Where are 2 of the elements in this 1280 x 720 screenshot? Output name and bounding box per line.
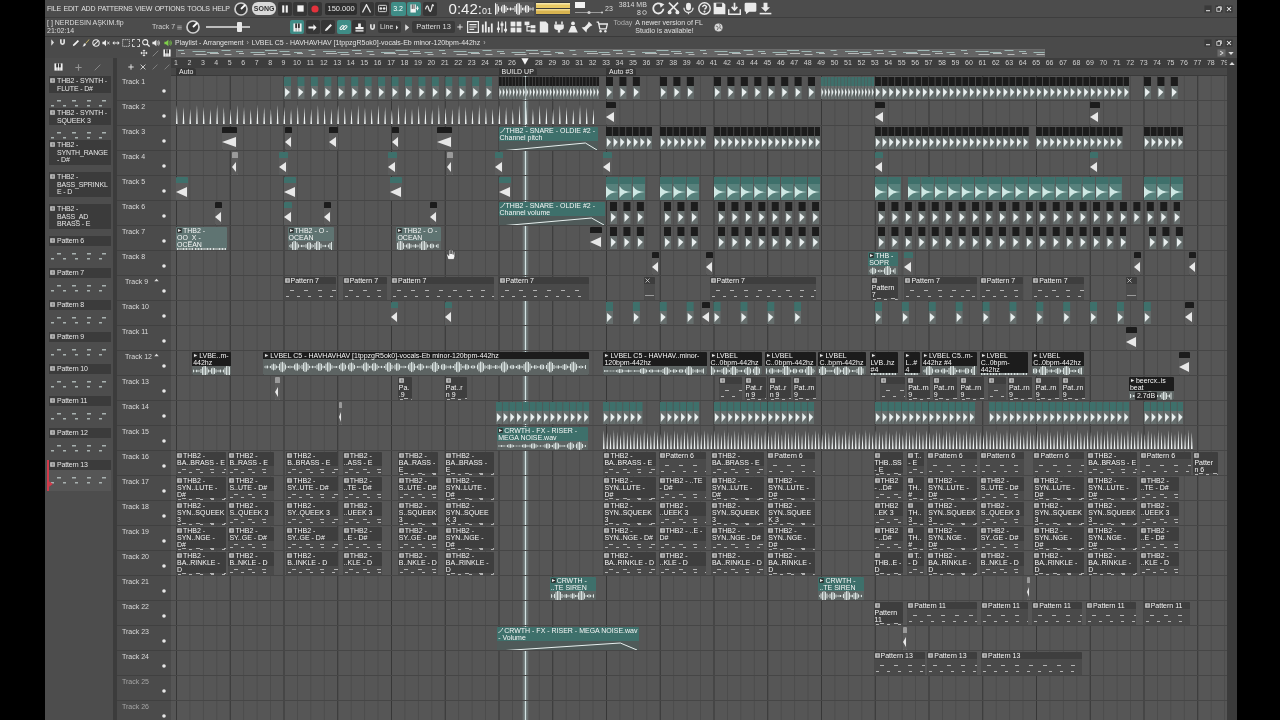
time-fraction: 01 [481,5,492,17]
time-readout: 0:42: [448,0,482,17]
